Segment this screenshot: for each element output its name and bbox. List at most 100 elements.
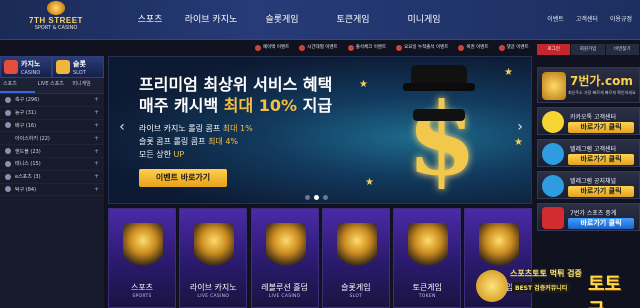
tile-sports[interactable]: 스포츠 SPORTS	[108, 208, 176, 308]
icehockey-icon	[5, 135, 11, 141]
tile-sub: SPORTS	[132, 294, 152, 299]
hero-banner[interactable]: 프리미엄 최상위 서비스 혜택 매주 캐시백 최대 10% 지급 라이브 카지노…	[108, 56, 532, 204]
tv-icon	[542, 207, 564, 229]
topmenu-event[interactable]: 이벤트	[547, 0, 564, 40]
star-icon: ★	[365, 177, 374, 188]
plus-icon: +	[94, 96, 100, 104]
esports-icon	[5, 173, 11, 180]
star-icon: ★	[504, 67, 513, 78]
banner-sub-post: 지급	[297, 96, 333, 115]
tab-live-sports[interactable]: LIVE 스포츠	[35, 78, 70, 93]
banner-next-icon[interactable]: ›	[513, 119, 527, 139]
tile-token[interactable]: 토큰게임 TOKEN	[393, 208, 462, 308]
sport-item-handball[interactable]: 핸드볼 (23) +	[0, 145, 104, 158]
sports-stream-card[interactable]: 7번가 스포츠 중계 바로가기 클릭	[537, 203, 640, 231]
card-title: 카카오톡 고객센터	[570, 114, 617, 121]
tile-holdem[interactable]: 레볼루션 홀덤 LIVE CASINO	[250, 208, 319, 308]
casino-chips-icon	[194, 223, 235, 267]
badge-brand: 토토군	[588, 274, 622, 308]
plus-icon: +	[94, 160, 100, 168]
sunglasses-shape	[413, 109, 465, 121]
promo-time[interactable]: 시간대별 이벤트	[299, 44, 338, 52]
promo-comment[interactable]: 댓글 이벤트	[498, 44, 529, 52]
pagination-dot-active[interactable]	[314, 195, 319, 200]
slot-button[interactable]: 슬롯 SLOT	[52, 56, 104, 78]
banner-prev-icon[interactable]: ‹	[115, 119, 129, 139]
card-button[interactable]: 바로가기 클릭	[568, 218, 634, 229]
casino-sub: CASINO	[21, 70, 41, 76]
site-logo[interactable]: 7TH STREET SPORT & CASINO	[8, 1, 104, 39]
promo-weekly[interactable]: 요요일 누적출석 이벤트	[396, 44, 448, 52]
slot-sub: SLOT	[73, 70, 86, 76]
topmenu-rules[interactable]: 이용규정	[610, 0, 632, 40]
nav-sports[interactable]: 스포츠	[130, 0, 170, 40]
domain-banner[interactable]: 7번가.com 최신주소 가장 빠르게 빠르게 확인하세요	[537, 67, 640, 103]
auth-tabs: 로그인 회원가입 비번찾기	[537, 44, 640, 55]
card-button[interactable]: 바로가기 클릭	[568, 186, 634, 197]
sport-item-volleyball[interactable]: 배구 (16) +	[0, 120, 104, 133]
sport-item-esports[interactable]: e스포츠 (3) +	[0, 171, 104, 184]
logo-subtitle: SPORT & CASINO	[34, 25, 78, 31]
sport-item-soccer[interactable]: 축구 (296) +	[0, 94, 104, 107]
slot-icon	[56, 60, 70, 74]
pagination-dot[interactable]	[323, 195, 328, 200]
card-button[interactable]: 바로가기 클릭	[568, 154, 634, 165]
telegram-support-card[interactable]: 텔레그램 고객센터 바로가기 클릭	[537, 139, 640, 167]
sport-label: 농구 (31)	[15, 110, 37, 117]
telegram-notice-card[interactable]: 텔레그램 공지채널 바로가기 클릭	[537, 171, 640, 199]
handball-icon	[5, 148, 11, 155]
plus-icon: +	[94, 185, 100, 193]
sport-label: 테니스 (15)	[15, 161, 41, 168]
telegram-icon	[542, 143, 564, 165]
dollar-sign-icon: $	[407, 80, 477, 198]
bullet-text: 라이브 카지노 롤링 콤프	[139, 124, 223, 133]
casino-button[interactable]: 카지노 CASINO	[0, 56, 52, 78]
main-nav: 스포츠 라이브 카지노 슬롯게임 토큰게임 미니게임	[130, 0, 465, 40]
banner-sub-pre: 매주 캐시백	[139, 96, 224, 115]
banner-pagination	[305, 195, 332, 200]
banner-bullet-1: 라이브 카지노 롤링 콤프 최대 1%	[139, 123, 253, 134]
cards-icon	[265, 223, 306, 267]
slot-label: 슬롯	[73, 60, 86, 68]
promo-payback[interactable]: 페이백 이벤트	[255, 44, 289, 52]
sport-item-icehockey[interactable]: 아이스하키 (22) +	[0, 132, 104, 146]
card-button[interactable]: 바로가기 클릭	[568, 122, 634, 133]
card-title: 7번가 스포츠 중계	[570, 210, 617, 217]
left-sidebar: 카지노 CASINO 슬롯 SLOT 스포츠 LIVE 스포츠 미니게임 축구 …	[0, 56, 104, 308]
sport-label: 아이스하키 (22)	[15, 135, 50, 142]
nav-live-casino[interactable]: 라이브 카지노	[181, 0, 241, 40]
nav-slot[interactable]: 슬롯게임	[252, 0, 312, 40]
plus-icon: +	[94, 173, 100, 181]
tile-sub: TOKEN	[418, 294, 436, 299]
badge-title: 스포츠토토 먹튀 검증	[510, 269, 582, 278]
tile-live-casino[interactable]: 라이브 카지노 LIVE CASINO	[179, 208, 248, 308]
promo-strip: 페이백 이벤트 시간대별 이벤트 출석체크 이벤트 요요일 누적출석 이벤트 복…	[255, 44, 539, 52]
sport-label: e스포츠 (3)	[15, 174, 41, 181]
sport-label: 배구 (16)	[15, 122, 37, 129]
tile-slot[interactable]: 슬롯게임 SLOT	[321, 208, 390, 308]
sport-label: 핸드볼 (23)	[15, 148, 41, 155]
promo-lottery[interactable]: 복권 이벤트	[458, 44, 489, 52]
banner-sub-highlight: 최대 10%	[223, 96, 298, 115]
event-cta-button[interactable]: 이벤트 바로가기	[139, 169, 227, 187]
find-password-button[interactable]: 비번찾기	[605, 44, 639, 55]
tennis-icon	[5, 160, 11, 167]
signup-button[interactable]: 회원가입	[571, 44, 605, 55]
sport-item-tabletennis[interactable]: 탁구 (84) +	[0, 184, 104, 197]
tab-sports[interactable]: 스포츠	[0, 78, 35, 93]
login-button[interactable]: 로그인	[537, 44, 571, 55]
tab-minigame[interactable]: 미니게임	[69, 78, 104, 93]
kakao-support-card[interactable]: 카카오톡 고객센터 바로가기 클릭	[537, 107, 640, 135]
tile-sub: LIVE CASINO	[268, 294, 301, 299]
pagination-dot[interactable]	[305, 195, 310, 200]
token-game-icon	[408, 223, 449, 267]
star-icon: ★	[359, 79, 368, 90]
topmenu-support[interactable]: 고객센터	[576, 0, 598, 40]
nav-token[interactable]: 토큰게임	[323, 0, 383, 40]
promo-attendance[interactable]: 출석체크 이벤트	[347, 44, 386, 52]
kakaotalk-icon	[542, 111, 564, 133]
sport-item-basketball[interactable]: 농구 (31) +	[0, 107, 104, 120]
sport-item-tennis[interactable]: 테니스 (15) +	[0, 158, 104, 171]
bullet-highlight: 최대 4%	[208, 137, 239, 146]
nav-minigame[interactable]: 미니게임	[394, 0, 454, 40]
